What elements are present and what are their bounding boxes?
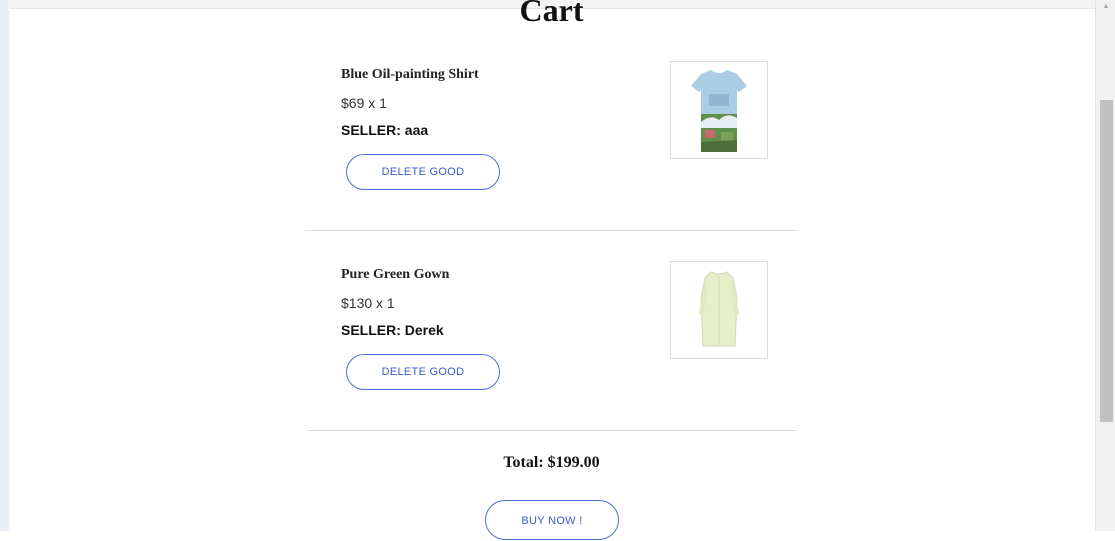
item-seller: SELLER: Derek: [341, 322, 444, 338]
divider: [305, 230, 798, 231]
item-name: Blue Oil-painting Shirt: [341, 67, 479, 82]
delete-good-button[interactable]: DELETE GOOD: [346, 154, 500, 190]
item-seller: SELLER: aaa: [341, 122, 429, 138]
left-edge-strip-inner: [8, 0, 10, 531]
scroll-up-arrow-icon[interactable]: ▲: [1096, 0, 1115, 14]
total-value: $199.00: [547, 454, 600, 471]
shirt-image[interactable]: [670, 61, 768, 159]
divider: [308, 430, 796, 431]
vertical-scrollbar[interactable]: ▲: [1095, 0, 1115, 531]
page-title: Cart: [519, 0, 584, 28]
left-edge-strip: [0, 0, 8, 531]
delete-good-button[interactable]: DELETE GOOD: [346, 354, 500, 390]
item-price: $130 x 1: [341, 295, 395, 311]
shirt-image-graphic: [691, 70, 747, 152]
scrollbar-thumb[interactable]: [1100, 100, 1113, 422]
gown-image-graphic: [699, 271, 739, 347]
cart-page: Cart Blue Oil-painting Shirt $69 x 1 SEL…: [0, 0, 1115, 540]
cart-total: Total: $199.00: [0, 454, 1103, 472]
total-label: Total:: [503, 454, 544, 471]
item-price: $69 x 1: [341, 95, 387, 111]
gown-image[interactable]: [670, 261, 768, 359]
item-name: Pure Green Gown: [341, 267, 450, 282]
buy-now-button[interactable]: BUY NOW !: [485, 500, 619, 540]
